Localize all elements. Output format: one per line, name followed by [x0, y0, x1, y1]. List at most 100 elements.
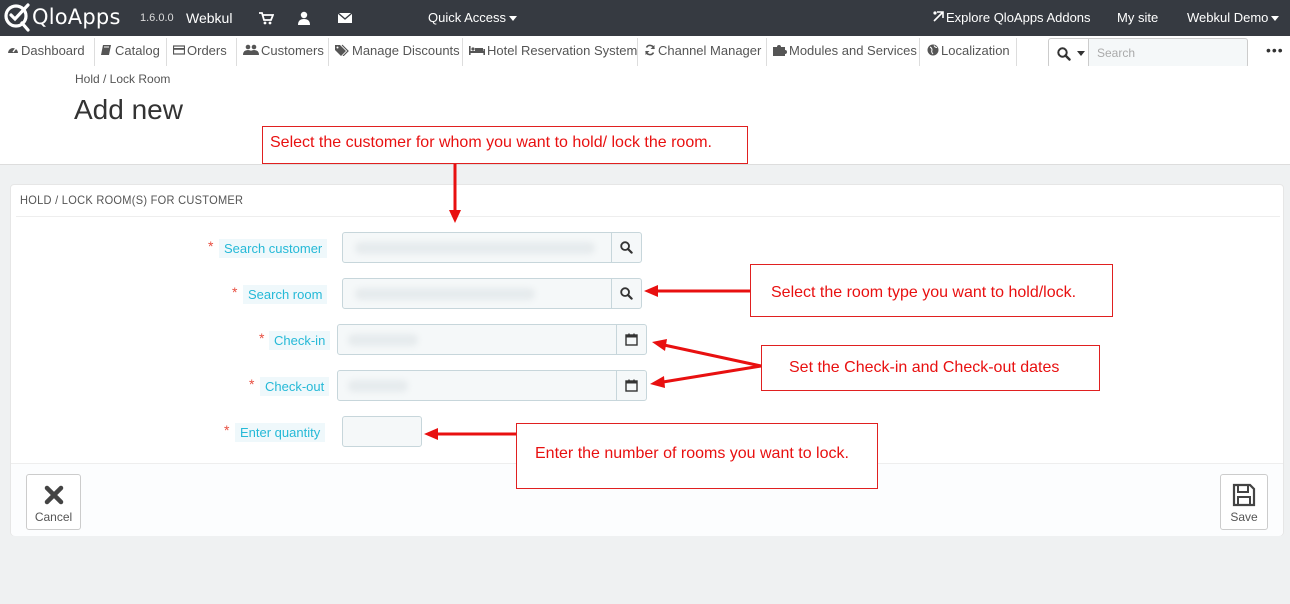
nav-divider — [766, 38, 767, 66]
annotation-room: Select the room type you want to hold/lo… — [750, 264, 1113, 317]
search-customer-button[interactable] — [611, 232, 642, 263]
caret-down-icon — [1077, 51, 1085, 56]
nav-label: Hotel Reservation System — [487, 43, 638, 58]
nav-item-orders[interactable]: Orders — [173, 36, 227, 66]
nav-divider — [236, 38, 237, 66]
bed-icon — [469, 46, 485, 55]
search-room-label: Search room — [243, 285, 328, 304]
nav-item-channel-manager[interactable]: Channel Manager — [644, 36, 761, 66]
employee-name: Webkul Demo — [1187, 10, 1269, 25]
brand-name[interactable]: QloApps — [32, 5, 121, 29]
search-icon — [620, 241, 633, 254]
puzzle-icon — [773, 45, 787, 56]
panel-heading: HOLD / LOCK ROOM(S) FOR CUSTOMER — [20, 193, 244, 207]
close-icon — [44, 485, 64, 505]
check-out-input[interactable] — [337, 370, 617, 401]
nav-item-manage-discounts[interactable]: Manage Discounts — [335, 36, 460, 66]
annotation-dates: Set the Check-in and Check-out dates — [761, 345, 1100, 391]
nav-divider — [94, 38, 95, 66]
explore-addons-link[interactable]: Explore QloApps Addons — [932, 10, 1091, 25]
nav-divider — [1016, 38, 1017, 66]
globe-icon — [927, 44, 939, 56]
envelope-icon[interactable] — [337, 11, 353, 25]
search-icon — [620, 287, 633, 300]
nav-label: Dashboard — [21, 43, 85, 58]
required-marker: * — [224, 422, 230, 438]
enter-quantity-label: Enter quantity — [235, 423, 326, 442]
nav-label: Channel Manager — [658, 43, 762, 58]
puzzle-link-icon — [933, 11, 944, 22]
nav-item-catalog[interactable]: Catalog — [101, 36, 160, 66]
qloapps-logo-icon[interactable] — [2, 1, 32, 33]
required-marker: * — [259, 330, 265, 346]
nav-item-localization[interactable]: Localization — [927, 36, 1010, 66]
credit-card-icon — [173, 45, 185, 55]
blurred-value — [355, 288, 535, 300]
floppy-disk-icon — [1232, 483, 1256, 507]
calendar-icon — [625, 379, 638, 392]
nav-divider — [637, 38, 638, 66]
check-in-input[interactable] — [337, 324, 617, 355]
panel-divider — [16, 216, 1280, 217]
main-nav: Dashboard Catalog Orders Customers Manag… — [0, 36, 1290, 68]
caret-down-icon — [509, 16, 518, 22]
top-bar: QloApps 1.6.0.0 Webkul Quick Access Expl… — [0, 0, 1290, 36]
cancel-label: Cancel — [34, 510, 73, 524]
search-room-input[interactable] — [342, 278, 612, 309]
version-label: 1.6.0.0 — [140, 12, 174, 24]
save-button[interactable]: Save — [1220, 474, 1268, 530]
nav-label: Localization — [941, 43, 1010, 58]
nav-label: Manage Discounts — [352, 43, 460, 58]
search-room-button[interactable] — [611, 278, 642, 309]
tags-icon — [335, 44, 349, 56]
cart-icon[interactable] — [258, 11, 274, 25]
employee-menu[interactable]: Webkul Demo — [1187, 10, 1280, 25]
book-icon — [101, 45, 111, 55]
user-icon[interactable] — [296, 11, 312, 25]
nav-item-modules-and-services[interactable]: Modules and Services — [773, 36, 917, 66]
save-label: Save — [1230, 510, 1258, 524]
nav-label: Catalog — [115, 43, 160, 58]
blurred-value — [348, 334, 418, 346]
breadcrumb[interactable]: Hold / Lock Room — [75, 72, 170, 86]
search-customer-label: Search customer — [219, 239, 328, 258]
nav-divider — [328, 38, 329, 66]
nav-item-dashboard[interactable]: Dashboard — [7, 36, 85, 66]
search-icon — [1057, 47, 1071, 61]
search-input[interactable]: Search — [1089, 38, 1248, 68]
nav-item-customers[interactable]: Customers — [243, 36, 324, 66]
nav-divider — [919, 38, 920, 66]
shop-name[interactable]: Webkul — [186, 10, 232, 26]
quick-access-dropdown[interactable]: Quick Access — [428, 10, 518, 25]
nav-divider — [166, 38, 167, 66]
required-marker: * — [249, 376, 255, 392]
more-options-icon[interactable]: ••• — [1266, 42, 1284, 58]
annotation-quantity: Enter the number of rooms you want to lo… — [516, 423, 878, 489]
quick-access-label: Quick Access — [428, 10, 507, 25]
quantity-input[interactable] — [342, 416, 422, 447]
nav-item-hotel-reservation-system[interactable]: Hotel Reservation System — [469, 36, 637, 66]
cancel-button[interactable]: Cancel — [26, 474, 81, 530]
required-marker: * — [208, 238, 214, 254]
check-out-calendar-button[interactable] — [616, 370, 647, 401]
search-type-button[interactable] — [1048, 38, 1089, 68]
nav-divider — [462, 38, 463, 66]
annotation-customer: Select the customer for whom you want to… — [262, 126, 748, 164]
page-title: Add new — [74, 94, 183, 125]
search-customer-input[interactable] — [342, 232, 612, 263]
users-icon — [243, 44, 259, 55]
check-in-calendar-button[interactable] — [616, 324, 647, 355]
nav-label: Customers — [261, 43, 324, 58]
nav-label: Orders — [187, 43, 227, 58]
calendar-icon — [625, 333, 638, 346]
check-in-label: Check-in — [269, 331, 331, 350]
refresh-icon — [645, 44, 655, 56]
blurred-value — [348, 380, 408, 392]
caret-down-icon — [1271, 16, 1280, 22]
blurred-value — [355, 242, 595, 254]
dashboard-icon — [8, 47, 18, 53]
required-marker: * — [232, 284, 238, 300]
check-out-label: Check-out — [260, 377, 330, 396]
my-site-link[interactable]: My site — [1117, 10, 1158, 25]
nav-label: Modules and Services — [789, 43, 917, 58]
